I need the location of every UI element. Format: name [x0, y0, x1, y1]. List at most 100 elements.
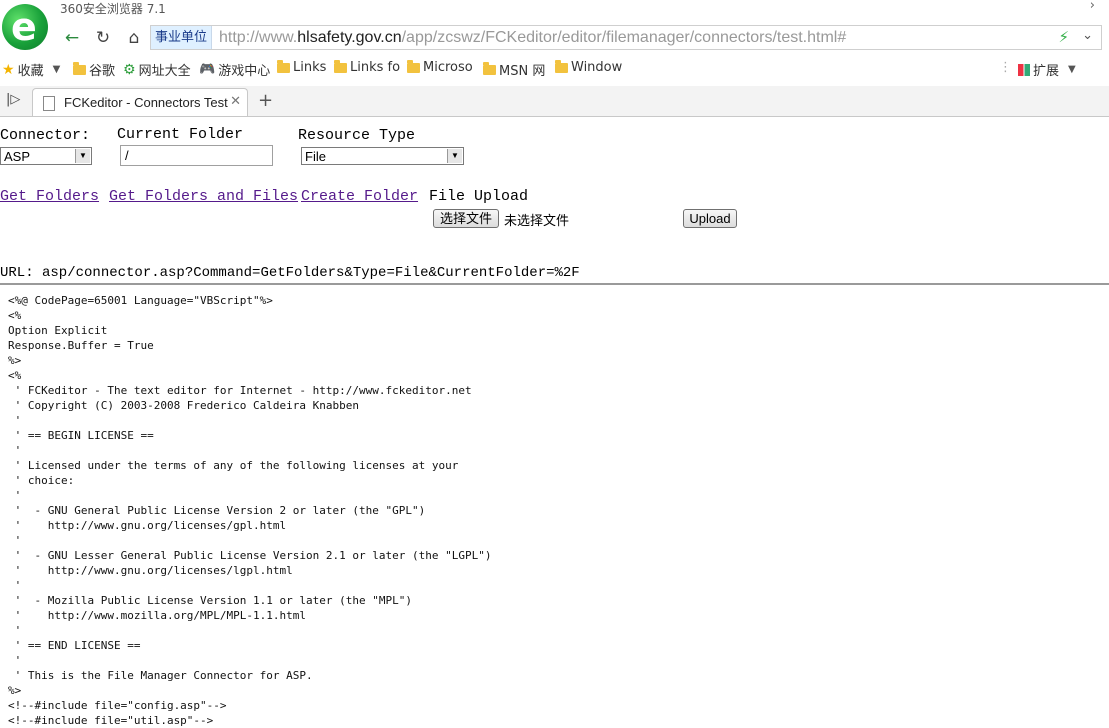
file-upload-label: File Upload [429, 188, 529, 205]
choose-file-button[interactable]: 选择文件 [433, 209, 499, 228]
bookmark-item[interactable]: Links fo [334, 59, 401, 75]
request-url-text: URL: asp/connector.asp?Command=GetFolder… [0, 265, 580, 281]
home-icon[interactable]: ⌂ [122, 26, 146, 50]
code-line: %> [8, 684, 22, 697]
bookmark-favorites[interactable]: ★ 收藏 ▼ [2, 60, 61, 80]
close-icon[interactable]: ✕ [230, 94, 241, 109]
code-line: ' choice: [8, 474, 75, 487]
code-line: Response.Buffer = True [8, 339, 154, 352]
code-line: ' [8, 444, 22, 457]
tab-title: FCKeditor - Connectors Test [64, 95, 228, 110]
divider-dots: ⋮ [999, 60, 1012, 75]
current-folder-label: Current Folder [117, 126, 244, 143]
connector-label: Connector: [0, 127, 91, 144]
page-content: Connector: ASP ▼ Current Folder / Resour… [0, 117, 1109, 727]
divider [0, 283, 1109, 285]
chevron-down-icon[interactable]: ▼ [1068, 64, 1076, 75]
no-file-chosen-text: 未选择文件 [504, 213, 570, 228]
star-icon: ★ [2, 61, 15, 78]
bookmark-item[interactable]: MSN 网 [483, 60, 545, 79]
folder-icon [334, 59, 347, 73]
resource-type-label: Resource Type [298, 127, 416, 144]
code-line: ' - Mozilla Public License Version 1.1 o… [8, 594, 412, 607]
new-tab-icon[interactable]: + [258, 90, 273, 111]
create-folder-link[interactable]: Create Folder [301, 188, 418, 205]
extensions-button[interactable]: 扩展 ▼ [1018, 60, 1076, 79]
resource-type-value: File [305, 149, 326, 164]
code-line: ' [8, 534, 22, 547]
bookmark-item[interactable]: 谷歌 [73, 60, 115, 79]
code-line: ' == BEGIN LICENSE == [8, 429, 154, 442]
refresh-icon[interactable]: ↻ [91, 26, 115, 50]
bookmark-item[interactable]: Window [555, 59, 623, 75]
address-url[interactable]: http://www.hlsafety.gov.cn/app/zcswz/FCK… [219, 26, 846, 49]
code-line: ' [8, 579, 22, 592]
current-folder-input[interactable]: / [120, 145, 273, 166]
code-line: ' [8, 414, 22, 427]
connector-value: ASP [4, 149, 31, 164]
code-line: ' - GNU General Public License Version 2… [8, 504, 426, 517]
get-folders-files-link[interactable]: Get Folders and Files [109, 188, 298, 205]
extensions-icon [1018, 63, 1030, 76]
bookmark-label: Window [571, 60, 623, 75]
chevron-down-icon: ▼ [75, 149, 90, 163]
code-line: ' Licensed under the terms of any of the… [8, 459, 459, 472]
address-dropdown-icon[interactable]: ⌄ [1082, 28, 1093, 43]
chevron-down-icon: ▼ [447, 149, 462, 163]
extensions-label: 扩展 [1033, 64, 1060, 79]
response-source-code: <%@ CodePage=65001 Language="VBScript"%>… [8, 293, 491, 728]
app-title: 360安全浏览器 7.1 [60, 2, 166, 16]
bookmark-label: 网址大全 [138, 64, 191, 79]
gamepad-icon: 🎮 [199, 62, 216, 77]
window-menu-icon[interactable]: › [1090, 0, 1095, 13]
code-line: ' [8, 624, 22, 637]
bookmark-label: 游戏中心 [218, 64, 271, 79]
connector-select[interactable]: ASP ▼ [0, 147, 92, 165]
address-bar[interactable]: 事业单位 http://www.hlsafety.gov.cn/app/zcsw… [150, 25, 1102, 50]
code-line: ' This is the File Manager Connector for… [8, 669, 313, 682]
bookmark-label: Microso [423, 60, 473, 75]
url-domain: hlsafety.gov.cn [297, 29, 402, 46]
code-line: <% [8, 309, 22, 322]
back-icon[interactable]: ← [60, 26, 84, 50]
code-line: %> [8, 354, 22, 367]
sidebar-toggle-icon[interactable]: |▷ [6, 92, 20, 107]
code-line: <%@ CodePage=65001 Language="VBScript"%> [8, 294, 273, 307]
code-line: ' http://www.gnu.org/licenses/gpl.html [8, 519, 287, 532]
code-line: Option Explicit [8, 324, 108, 337]
chevron-down-icon[interactable]: ▼ [53, 64, 61, 75]
folder-icon [555, 59, 568, 73]
url-path: /app/zcswz/FCKeditor/editor/filemanager/… [401, 29, 847, 46]
upload-button[interactable]: Upload [683, 209, 737, 228]
bookmark-label: Links fo [350, 60, 401, 75]
folder-icon [407, 59, 420, 73]
code-line: ' - GNU Lesser General Public License Ve… [8, 549, 492, 562]
bookmark-item[interactable]: Links [277, 59, 327, 75]
code-line: ' == END LICENSE == [8, 639, 141, 652]
bookmark-label: 收藏 [17, 64, 44, 79]
resource-type-select[interactable]: File ▼ [301, 147, 464, 165]
bookmark-label: Links [293, 60, 327, 75]
code-line: <!--#include file="util.asp"--> [8, 714, 214, 727]
code-line: ' Copyright (C) 2003-2008 Frederico Cald… [8, 399, 359, 412]
bookmark-item[interactable]: 🎮 游戏中心 [199, 60, 270, 79]
speed-mode-icon[interactable]: ⚡ [1058, 28, 1069, 46]
url-prefix: http://www. [219, 29, 298, 46]
bookmark-label: MSN 网 [499, 64, 546, 79]
bookmark-item[interactable]: ⚙ 网址大全 [123, 60, 191, 80]
bookmark-item[interactable]: Microso [407, 59, 473, 75]
code-line: ' http://www.gnu.org/licenses/lgpl.html [8, 564, 293, 577]
code-line: ' FCKeditor - The text editor for Intern… [8, 384, 472, 397]
tab-fckeditor[interactable]: FCKeditor - Connectors Test ✕ [32, 88, 248, 116]
folder-icon [483, 61, 496, 75]
code-line: ' http://www.mozilla.org/MPL/MPL-1.1.htm… [8, 609, 307, 622]
bookmarks-bar: ★ 收藏 ▼ 谷歌 ⚙ 网址大全 🎮 游戏中心 Links Links fo M… [0, 58, 1109, 80]
code-line: ' [8, 654, 22, 667]
bookmark-label: 谷歌 [89, 64, 116, 79]
folder-icon [73, 61, 86, 75]
globe-icon: ⚙ [123, 61, 136, 78]
folder-icon [277, 59, 290, 73]
title-bar: e 360安全浏览器 7.1 › [0, 0, 1109, 50]
site-zone-badge[interactable]: 事业单位 [151, 26, 213, 49]
get-folders-link[interactable]: Get Folders [0, 188, 99, 205]
